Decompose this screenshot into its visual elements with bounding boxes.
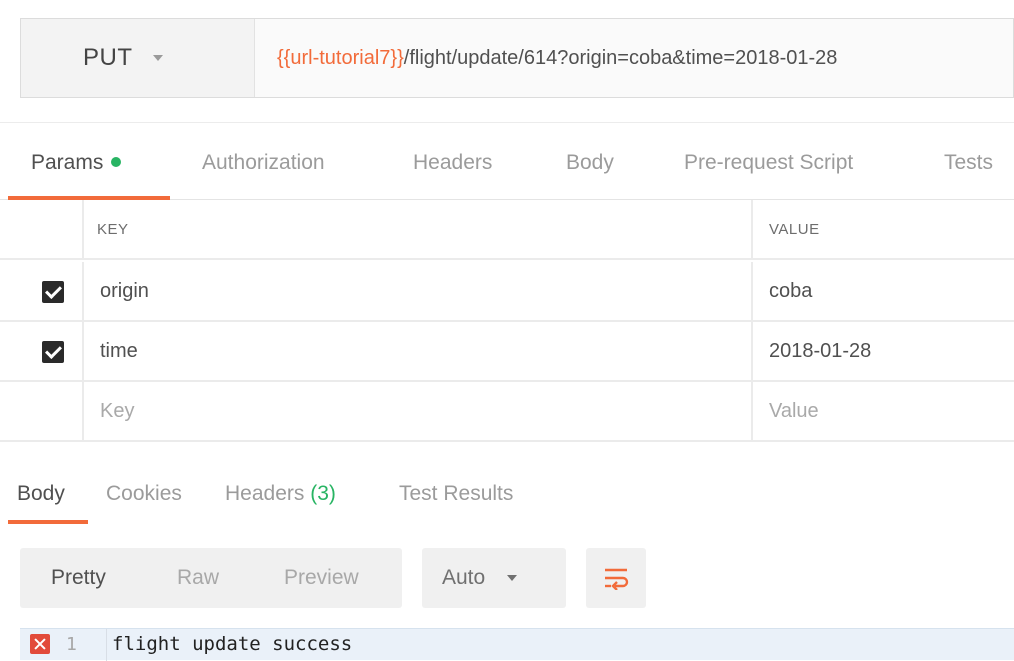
param-key[interactable]: time — [100, 322, 138, 380]
error-icon — [30, 634, 50, 654]
tab-tests[interactable]: Tests — [944, 151, 993, 175]
params-header-row: KEY VALUE — [0, 200, 1014, 260]
response-body-line: 1 flight update success — [20, 628, 1014, 661]
url-input[interactable]: {{url-tutorial7}}/flight/update/614?orig… — [255, 19, 1013, 97]
param-key[interactable]: origin — [100, 262, 149, 320]
wrap-lines-button[interactable] — [586, 548, 646, 608]
new-param-row: Key Value — [0, 382, 1014, 442]
gutter-divider — [106, 629, 107, 661]
tab-headers[interactable]: Headers — [413, 151, 492, 175]
key-column-header: KEY — [97, 220, 129, 238]
param-checkbox[interactable] — [42, 341, 64, 363]
new-key-input[interactable]: Key — [100, 382, 134, 440]
tab-response-headers-label: Headers — [225, 482, 305, 505]
table-row: origin coba — [0, 262, 1014, 322]
new-value-input[interactable]: Value — [751, 382, 1014, 440]
response-tabs: Body Cookies Headers (3) Test Results — [0, 446, 1014, 524]
url-variable: {{url-tutorial7}} — [277, 46, 404, 69]
tab-body[interactable]: Body — [566, 151, 614, 175]
tab-response-headers[interactable]: Headers (3) — [225, 482, 336, 506]
url-path: /flight/update/614?origin=coba&time=2018… — [403, 46, 838, 69]
chevron-down-icon — [507, 575, 518, 581]
params-active-dot — [111, 157, 122, 167]
header-check-cell — [0, 200, 84, 258]
headers-count: (3) — [310, 482, 336, 505]
param-checkbox[interactable] — [42, 281, 64, 303]
chevron-down-icon — [152, 55, 163, 61]
param-value[interactable]: 2018-01-28 — [751, 322, 1014, 380]
row-check-cell — [0, 262, 84, 320]
format-select[interactable]: Auto — [422, 548, 566, 608]
active-response-tab-indicator — [8, 520, 88, 524]
tab-params[interactable]: Params — [31, 151, 122, 175]
response-text: flight update success — [112, 633, 353, 655]
request-bar: PUT {{url-tutorial7}}/flight/update/614?… — [20, 18, 1014, 98]
tab-params-label: Params — [31, 151, 104, 174]
preview-button[interactable]: Preview — [284, 548, 359, 608]
tab-test-results[interactable]: Test Results — [399, 482, 513, 506]
tab-cookies[interactable]: Cookies — [106, 482, 182, 506]
raw-button[interactable]: Raw — [177, 548, 219, 608]
table-row: time 2018-01-28 — [0, 322, 1014, 382]
tab-authorization[interactable]: Authorization — [202, 151, 325, 175]
request-tabs: Params Authorization Headers Body Pre-re… — [0, 122, 1014, 200]
wrap-lines-icon — [605, 568, 629, 590]
value-column-header: VALUE — [751, 200, 1014, 258]
tab-pre-request-script[interactable]: Pre-request Script — [684, 151, 853, 175]
method-select[interactable]: PUT — [21, 19, 255, 97]
row-check-cell — [0, 382, 84, 440]
view-mode-group: Pretty Raw Preview — [20, 548, 402, 608]
line-number: 1 — [66, 634, 77, 655]
method-label: PUT — [83, 44, 133, 71]
param-value[interactable]: coba — [751, 262, 1014, 320]
pretty-button[interactable]: Pretty — [51, 548, 106, 608]
format-label: Auto — [442, 566, 486, 589]
tab-response-body[interactable]: Body — [17, 482, 65, 506]
row-check-cell — [0, 322, 84, 380]
params-table: KEY VALUE origin coba time 2018-01-28 Ke… — [0, 200, 1014, 444]
